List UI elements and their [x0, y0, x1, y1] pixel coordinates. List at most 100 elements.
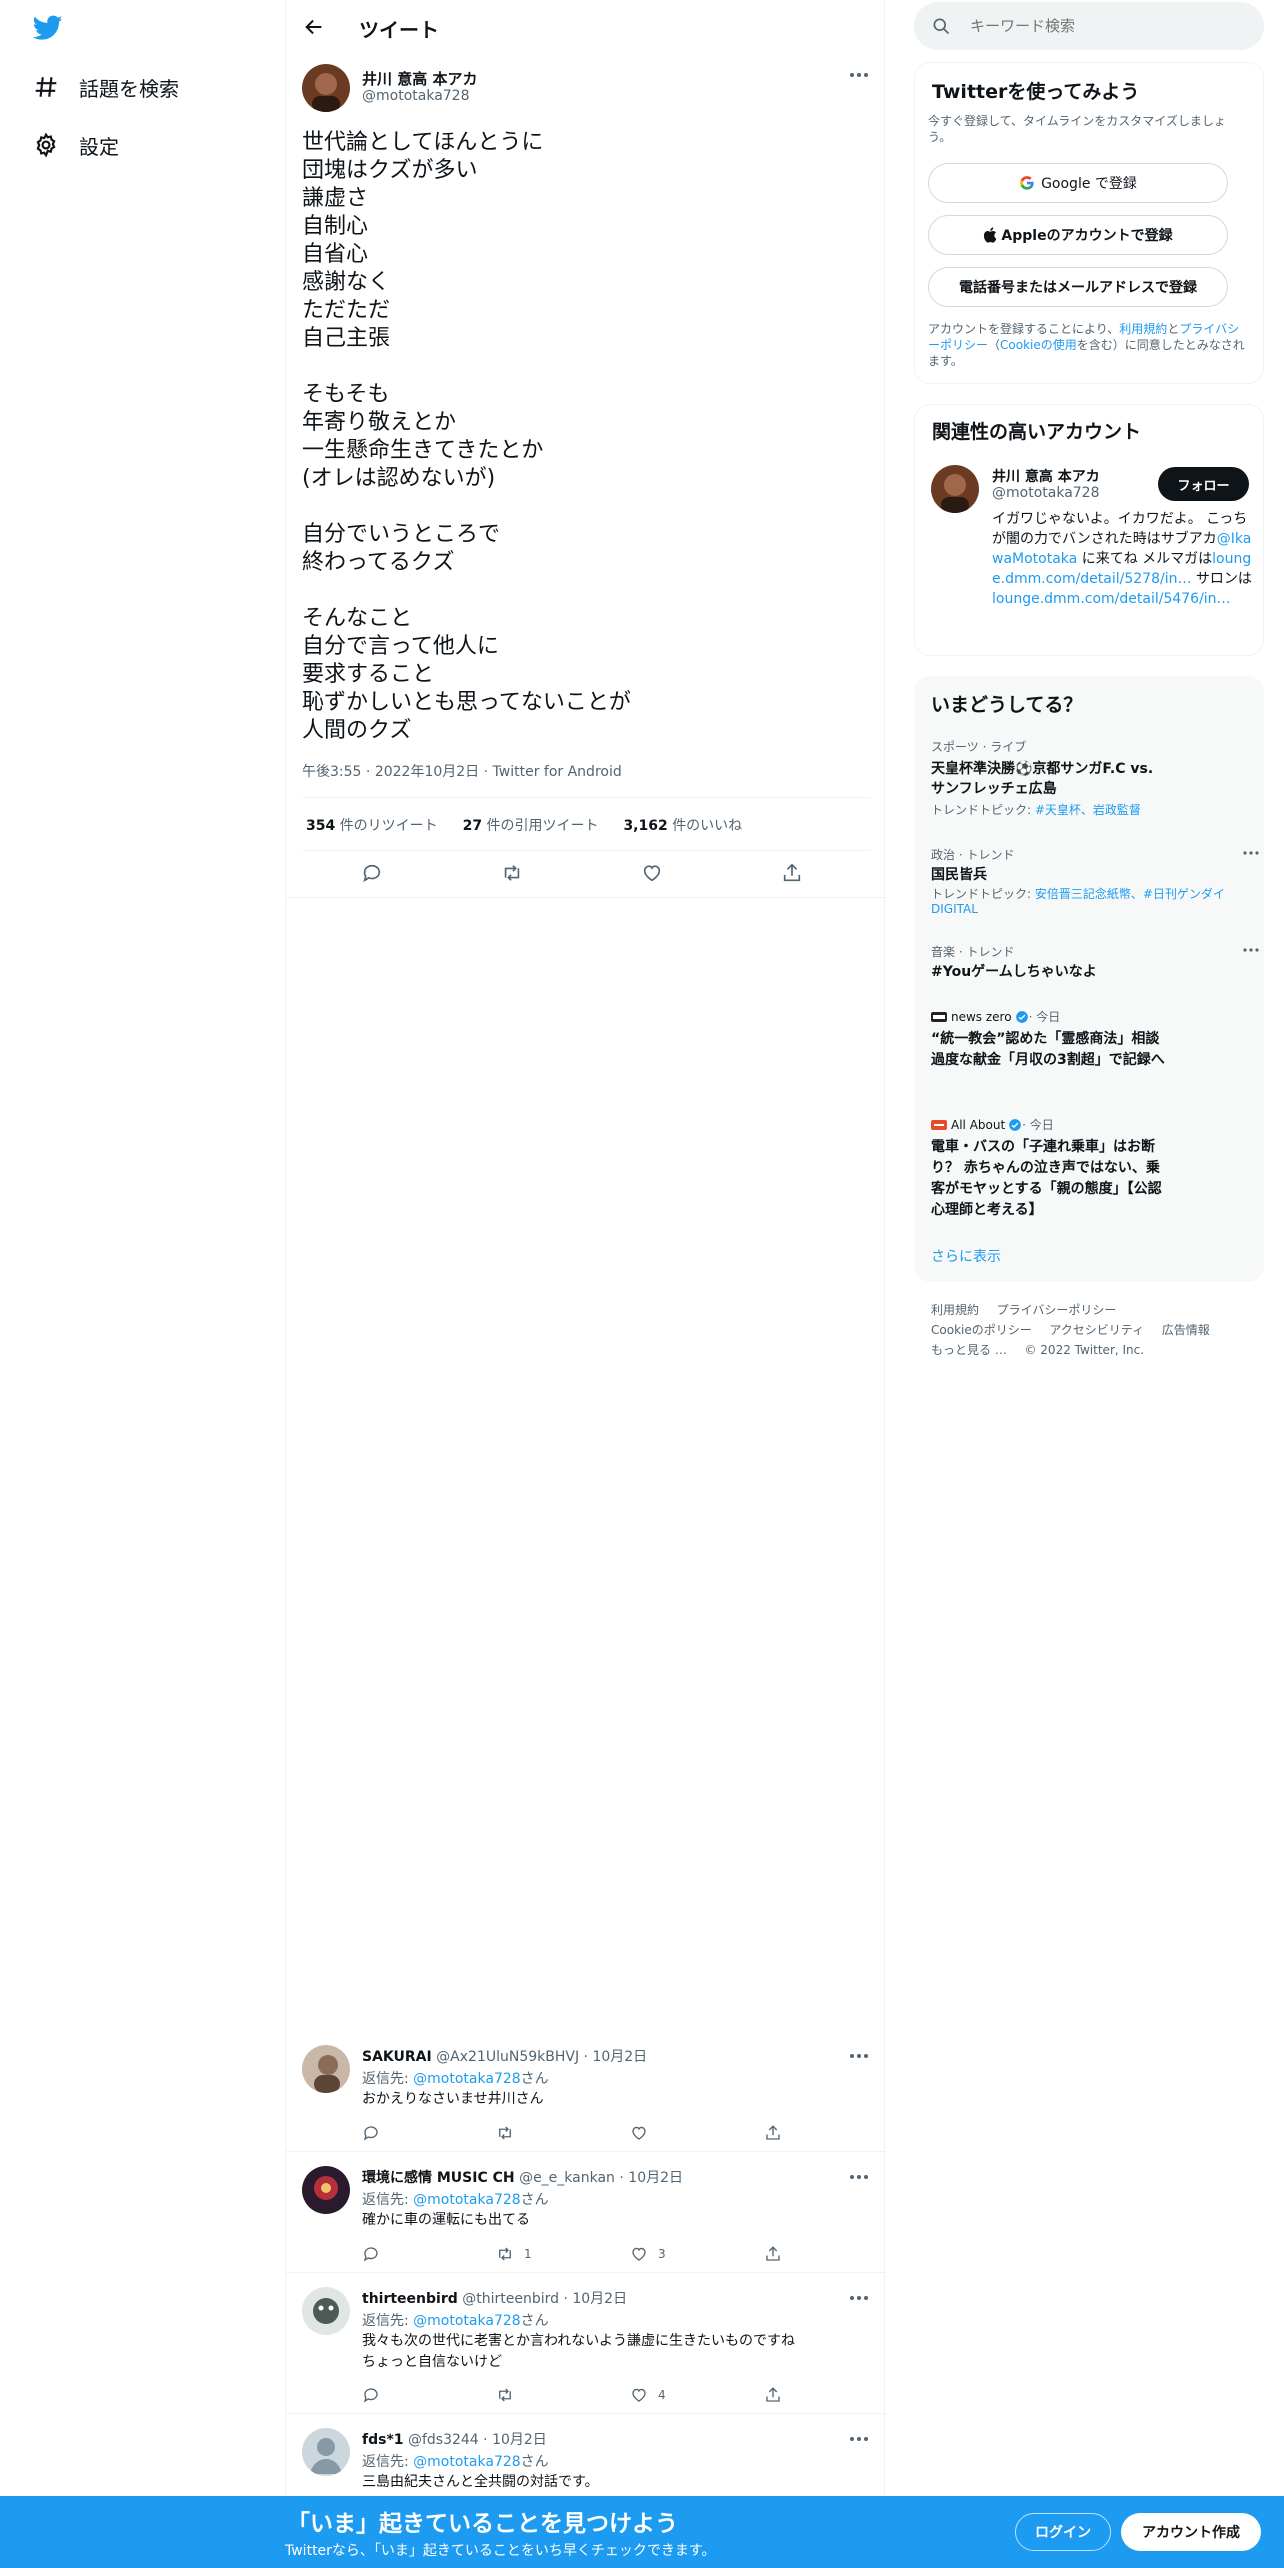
cookie-link[interactable]: Cookieの使用	[1000, 338, 1077, 352]
reply-date[interactable]: 10月2日	[572, 2291, 627, 2307]
quotes-label: 件の引用ツイート	[486, 818, 599, 834]
reply-date[interactable]: 10月2日	[492, 2432, 547, 2448]
reply-handle[interactable]: @fds3244	[408, 2432, 479, 2448]
google-signup-button[interactable]: Google で登録	[928, 163, 1228, 203]
like-icon	[630, 2124, 658, 2142]
search-input[interactable]	[970, 14, 1240, 38]
reply-tweet[interactable]: SAKURAI @Ax21UluN59kBHVJ · 10月2日 返信先: @m…	[286, 2031, 886, 2152]
show-more-link[interactable]: さらに表示	[931, 1246, 1001, 1266]
avatar[interactable]	[302, 2045, 350, 2093]
reply-date[interactable]: 10月2日	[592, 2049, 647, 2065]
likes-stat[interactable]: 3,162 件のいいね	[623, 818, 742, 834]
terms-link[interactable]: 利用規約	[1119, 322, 1167, 336]
trend-item[interactable]: スポーツ · ライブ 天皇杯準決勝⚽京都サンガF.C vs. サンフレッチェ広島…	[931, 738, 1251, 818]
footer-link[interactable]: アクセシビリティ	[1049, 1323, 1144, 1337]
share-icon[interactable]	[764, 2124, 792, 2142]
login-button[interactable]: ログイン	[1015, 2513, 1111, 2551]
quotes-count: 27	[462, 818, 483, 834]
trends-panel: いまどうしてる？ スポーツ · ライブ 天皇杯準決勝⚽京都サンガF.C vs. …	[914, 676, 1264, 1282]
like-button[interactable]: 3	[630, 2245, 666, 2263]
news-source: All About	[951, 1117, 1006, 1132]
like-button[interactable]: 4	[630, 2386, 666, 2404]
reply-icon[interactable]	[362, 2124, 390, 2142]
footer-link[interactable]: プライバシーポリシー	[997, 1303, 1117, 1317]
author-handle[interactable]: @mototaka728	[362, 88, 470, 104]
tweet-date[interactable]: 2022年10月2日	[375, 764, 479, 780]
author-name[interactable]: 井川 意高 本アカ	[362, 68, 477, 89]
reply-icon[interactable]	[362, 2386, 390, 2404]
search-box[interactable]	[914, 2, 1264, 50]
retweet-button[interactable]	[496, 2124, 524, 2142]
reply-tweet[interactable]: thirteenbird @thirteenbird · 10月2日 返信先: …	[286, 2273, 886, 2414]
back-arrow-icon[interactable]	[303, 16, 325, 38]
avatar[interactable]	[931, 465, 979, 513]
footer-link[interactable]: Cookieのポリシー	[931, 1323, 1032, 1337]
hashtag-icon	[33, 74, 59, 100]
nav-item-settings[interactable]: 設定	[33, 116, 119, 174]
reply-author-name[interactable]: 環境に感情 MUSIC CH	[362, 2170, 515, 2186]
reply-to-suffix: さん	[520, 2313, 549, 2329]
login-label: ログイン	[1035, 2525, 1091, 2541]
reply-tweet[interactable]: 環境に感情 MUSIC CH @e_e_kankan · 10月2日 返信先: …	[286, 2152, 886, 2273]
reply-icon[interactable]	[361, 862, 383, 884]
reply-icon[interactable]	[362, 2245, 390, 2263]
retweet-button[interactable]: 1	[496, 2245, 532, 2263]
reply-to-handle[interactable]: @mototaka728	[413, 2071, 521, 2087]
phone-email-signup-button[interactable]: 電話番号またはメールアドレスで登録	[928, 267, 1228, 307]
reply-author-name[interactable]: thirteenbird	[362, 2291, 458, 2307]
retweet-icon[interactable]	[501, 862, 523, 884]
reply-handle[interactable]: @Ax21UluN59kBHVJ	[436, 2049, 579, 2065]
reply-handle[interactable]: @thirteenbird	[462, 2291, 559, 2307]
more-icon[interactable]	[1243, 850, 1259, 856]
twitter-logo-icon[interactable]	[33, 15, 63, 41]
more-icon[interactable]	[849, 2432, 869, 2446]
retweet-button[interactable]	[496, 2386, 524, 2404]
more-icon[interactable]	[849, 2049, 869, 2063]
gear-icon	[33, 132, 59, 158]
news-item[interactable]: All About · 今日 電車・バスの「子連れ乗車」はお断り？ 赤ちゃんの泣…	[931, 1116, 1251, 1221]
like-icon[interactable]	[641, 862, 663, 884]
more-icon[interactable]	[1243, 947, 1259, 953]
avatar[interactable]	[302, 2287, 350, 2335]
avatar[interactable]	[302, 64, 350, 112]
nav-item-explore[interactable]: 話題を検索	[33, 58, 179, 116]
retweets-stat[interactable]: 354 件のリツイート	[306, 818, 438, 834]
related-name[interactable]: 井川 意高 本アカ	[992, 466, 1100, 486]
reply-to-handle[interactable]: @mototaka728	[413, 2192, 521, 2208]
reply-to-handle[interactable]: @mototaka728	[413, 2454, 521, 2470]
footer-links: 利用規約 プライバシーポリシー Cookieのポリシー アクセシビリティ 広告情…	[931, 1300, 1261, 1360]
reply-author-name[interactable]: fds*1	[362, 2432, 404, 2448]
trend-item[interactable]: 政治 · トレンド 国民皆兵 トレンドトピック: 安倍晋三記念紙幣、#日刊ゲンダ…	[931, 846, 1259, 917]
like-button[interactable]	[630, 2124, 658, 2142]
footer-more-link[interactable]: もっと見る …	[931, 1343, 1007, 1357]
related-handle[interactable]: @mototaka728	[992, 485, 1100, 501]
more-icon[interactable]	[849, 68, 869, 82]
tweet-time[interactable]: 午後3:55	[302, 764, 361, 780]
reply-author-name[interactable]: SAKURAI	[362, 2049, 432, 2065]
news-item[interactable]: news zero · 今日 “統一教会”認めた「霊感商法」相談 過度な献金「月…	[931, 1008, 1251, 1071]
footer-link[interactable]: 利用規約	[931, 1303, 979, 1317]
reply-handle[interactable]: @e_e_kankan	[519, 2170, 615, 2186]
avatar[interactable]	[302, 2166, 350, 2214]
share-icon[interactable]	[764, 2386, 792, 2404]
reply-to-handle[interactable]: @mototaka728	[413, 2313, 521, 2329]
follow-button[interactable]: フォロー	[1158, 467, 1249, 501]
more-icon[interactable]	[849, 2291, 869, 2305]
tweet-source[interactable]: Twitter for Android	[493, 764, 622, 780]
apple-signup-label: Appleのアカウントで登録	[1001, 228, 1173, 244]
footer-link[interactable]: 広告情報	[1162, 1323, 1210, 1337]
more-icon[interactable]	[849, 2170, 869, 2184]
reply-tweet[interactable]: fds*1 @fds3244 · 10月2日 返信先: @mototaka728…	[286, 2414, 886, 2496]
bio-link[interactable]: lounge.dmm.com/detail/5476/in…	[992, 591, 1231, 607]
apple-signup-button[interactable]: Appleのアカウントで登録	[928, 215, 1228, 255]
share-icon[interactable]	[781, 862, 803, 884]
trend-item[interactable]: 音楽 · トレンド #Youゲームしちゃいなよ	[931, 943, 1259, 982]
share-icon[interactable]	[764, 2245, 792, 2263]
reply-to-label: 返信先:	[362, 2313, 414, 2329]
reply-header: fds*1 @fds3244 · 10月2日	[362, 2432, 547, 2448]
reply-date[interactable]: 10月2日	[628, 2170, 683, 2186]
quotes-stat[interactable]: 27 件の引用ツイート	[463, 818, 599, 834]
avatar[interactable]	[302, 2428, 350, 2476]
signup-button[interactable]: アカウント作成	[1121, 2513, 1261, 2551]
trend-topics[interactable]: #天皇杯、岩政監督	[1035, 803, 1141, 817]
